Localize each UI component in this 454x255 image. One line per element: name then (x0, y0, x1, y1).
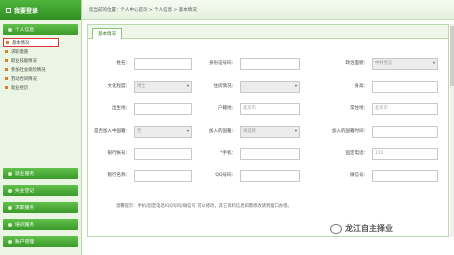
field-label: 加入的国籍： (209, 129, 236, 134)
field-label: 固定电话： (345, 151, 369, 156)
field-label: 身份证号码： (209, 61, 236, 66)
field-label: QQ号码： (215, 173, 236, 178)
field-label: *手机： (220, 151, 236, 156)
menu-bullet-icon (8, 222, 12, 227)
form-notice: 温馨提示：手机/固定电话/QQ号码/微信号 可以修改，其它资料信息如需修改请到窗… (116, 204, 292, 209)
menu-bullet-icon (8, 205, 12, 210)
field-select[interactable]: 请选择 (240, 126, 300, 138)
watermark: 龙江自主择业 (330, 223, 393, 234)
main-content-panel: 基本情况 姓名： 身份证号码： 政治面貌：中共党员文化程度：博士 住房情况： 身高： 出生… (87, 24, 449, 237)
field-label: 住房情况： (213, 84, 237, 89)
field-input[interactable] (134, 170, 192, 182)
field-input[interactable] (372, 126, 438, 138)
submenu-item-experience[interactable]: 就业经历 (5, 83, 81, 92)
field-input[interactable] (134, 148, 192, 160)
field-input[interactable] (240, 148, 300, 160)
tab-bar: 基本情况 (88, 25, 448, 39)
field-label: 文化程度： (107, 84, 131, 89)
field-input[interactable]: 北京市 (240, 103, 300, 115)
sidebar: 我要登录 个人信息 基本情况 求职意愿 职业技能情况 参加社会保险情况 劳动合同… (0, 0, 82, 255)
submenu-item-insurance[interactable]: 参加社会保险情况 (5, 65, 81, 74)
menu-employment-service[interactable]: 就业服务 (3, 168, 78, 179)
menu-bullet-icon (8, 27, 12, 32)
field-input[interactable]: 111 (372, 148, 438, 160)
menu-bullet-icon (8, 239, 12, 244)
sidebar-title: 我要登录 (14, 7, 39, 15)
field-input[interactable] (240, 58, 300, 70)
field-input[interactable]: 北京市 (372, 103, 438, 115)
breadcrumb-bar: 您当前的位置：个人中心首页 > 个人信息 > 基本情况 (82, 0, 454, 20)
tab-basic-info[interactable]: 基本情况 (92, 28, 122, 39)
field-input[interactable] (372, 81, 438, 93)
square-bullet-icon (5, 86, 8, 89)
field-label: 身高： (354, 84, 369, 89)
submenu-item-basic-info[interactable]: 基本情况 (3, 38, 59, 47)
field-label: 政治面貌： (345, 61, 369, 66)
menu-unemployment-registration[interactable]: 失业登记 (3, 185, 78, 196)
field-select[interactable]: 中共党员 (372, 58, 438, 70)
submenu-item-job-intent[interactable]: 求职意愿 (5, 47, 81, 56)
field-select[interactable]: 博士 (134, 81, 192, 93)
square-bullet-icon (5, 50, 8, 53)
field-label: 微信号： (350, 173, 368, 178)
scrollbar-thumb[interactable] (450, 26, 454, 86)
field-select[interactable]: 否 (134, 126, 192, 138)
menu-label: 就业服务 (15, 172, 35, 177)
field-input[interactable] (134, 58, 192, 70)
submenu-item-skills[interactable]: 职业技能情况 (5, 56, 81, 65)
field-input[interactable] (134, 103, 192, 115)
square-bullet-icon (6, 41, 9, 44)
home-icon (6, 7, 11, 13)
field-label: 姓名： (116, 61, 131, 66)
submenu-item-label: 求职意愿 (11, 49, 29, 55)
field-label: 是否加入中国籍： (94, 129, 130, 134)
watermark-text: 龙江自主择业 (345, 224, 393, 233)
submenu-item-label: 职业技能情况 (11, 58, 37, 64)
menu-training[interactable]: 培训服务 (3, 219, 78, 230)
square-bullet-icon (5, 77, 8, 80)
submenu-item-label: 参加社会保险情况 (11, 67, 46, 73)
field-label: 银行帐号： (107, 151, 131, 156)
submenu-item-label: 劳动合同情况 (11, 76, 37, 82)
menu-personal-center-label: 个人信息 (15, 28, 35, 33)
square-bullet-icon (5, 59, 8, 62)
personal-submenu: 基本情况 求职意愿 职业技能情况 参加社会保险情况 劳动合同情况 就业经历 (0, 35, 81, 92)
field-label: 出生地： (112, 106, 130, 111)
field-label: 户籍地： (218, 106, 236, 111)
field-input[interactable] (372, 170, 438, 182)
wechat-icon (330, 223, 342, 234)
field-label: 常住地： (350, 106, 368, 111)
submenu-item-label: 基本情况 (12, 40, 30, 46)
menu-personal-center[interactable]: 个人信息 (3, 24, 78, 35)
breadcrumb: 您当前的位置：个人中心首页 > 个人信息 > 基本情况 (89, 7, 197, 13)
menu-label: 账户管理 (15, 240, 35, 245)
field-select[interactable] (240, 81, 300, 93)
field-label: 银行名称： (107, 173, 131, 178)
sidebar-title-bar: 我要登录 (0, 0, 81, 20)
menu-label: 求职服务 (15, 206, 35, 211)
menu-job-seeking[interactable]: 求职服务 (3, 202, 78, 213)
field-input[interactable] (240, 170, 300, 182)
menu-bullet-icon (8, 188, 12, 193)
square-bullet-icon (5, 68, 8, 71)
submenu-item-label: 就业经历 (11, 85, 29, 91)
menu-bullet-icon (8, 171, 12, 176)
menu-label: 失业登记 (15, 189, 35, 194)
menu-account[interactable]: 账户管理 (3, 236, 78, 247)
menu-label: 培训服务 (15, 223, 35, 228)
field-label: 加入的国籍时间： (332, 129, 368, 134)
submenu-item-contract[interactable]: 劳动合同情况 (5, 74, 81, 83)
scrollbar[interactable] (450, 24, 454, 237)
